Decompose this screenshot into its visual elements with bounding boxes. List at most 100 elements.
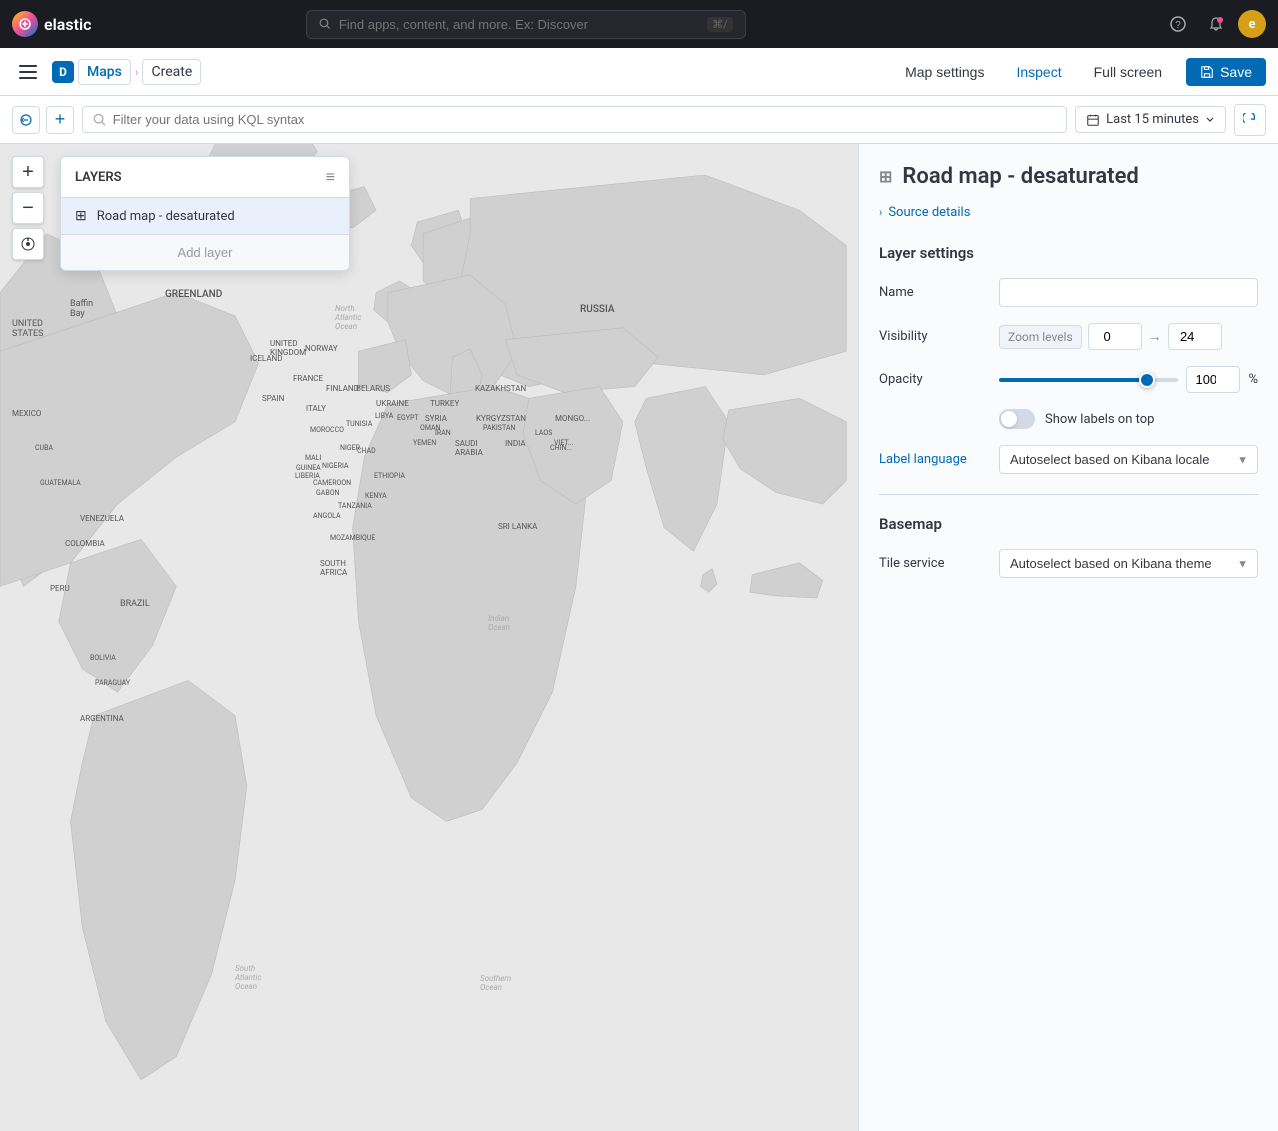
svg-text:?: ? bbox=[1175, 20, 1181, 31]
hamburger-line bbox=[19, 77, 37, 79]
breadcrumb-maps-link[interactable]: Maps bbox=[78, 59, 131, 85]
zoom-arrow-icon: → bbox=[1148, 328, 1162, 345]
search-icon bbox=[319, 17, 331, 31]
elastic-logo-text: elastic bbox=[44, 15, 91, 34]
zoom-max-input[interactable] bbox=[1168, 323, 1222, 350]
layers-panel-title: LAYERS bbox=[75, 170, 122, 185]
opacity-field-row: Opacity % bbox=[879, 366, 1258, 393]
layer-settings-section-title: Layer settings bbox=[879, 244, 1258, 262]
top-navigation: elastic ⌘/ ? e bbox=[0, 0, 1278, 48]
time-picker-button[interactable]: Last 15 minutes bbox=[1075, 106, 1226, 133]
show-labels-label: Show labels on top bbox=[1045, 412, 1154, 427]
visibility-field-row: Visibility Zoom levels → bbox=[879, 323, 1258, 350]
breadcrumb: D Maps › Create bbox=[52, 59, 201, 85]
tile-service-control: Autoselect based on Kibana theme ▼ bbox=[999, 549, 1258, 578]
source-chevron-icon: › bbox=[879, 206, 882, 219]
refresh-button[interactable] bbox=[1234, 104, 1266, 136]
tile-service-label: Tile service bbox=[879, 556, 999, 571]
layer-item-name: Road map - desaturated bbox=[97, 209, 235, 224]
elastic-logo-icon bbox=[12, 11, 38, 37]
filter-search-icon bbox=[93, 113, 107, 127]
notifications-button[interactable] bbox=[1200, 8, 1232, 40]
label-language-row: Label language Autoselect based on Kiban… bbox=[879, 445, 1258, 474]
label-language-label: Label language bbox=[879, 452, 999, 467]
toggle-row: Show labels on top bbox=[999, 409, 1258, 429]
help-button[interactable]: ? bbox=[1162, 8, 1194, 40]
elastic-logo[interactable]: elastic bbox=[12, 11, 91, 37]
name-field-row: Name bbox=[879, 278, 1258, 307]
tile-service-select[interactable]: Autoselect based on Kibana theme bbox=[999, 549, 1258, 578]
toggle-knob bbox=[1001, 411, 1017, 427]
map-canvas[interactable]: GREENLAND UNITEDSTATES BaffinBay MEXICO … bbox=[0, 144, 858, 1131]
compass-button[interactable] bbox=[12, 228, 44, 260]
hamburger-line bbox=[19, 71, 37, 73]
nav-right-actions: ? e bbox=[1162, 8, 1266, 40]
zoom-in-button[interactable]: + bbox=[12, 156, 44, 188]
label-language-control: Autoselect based on Kibana locale ▼ bbox=[999, 445, 1258, 474]
name-input[interactable] bbox=[999, 278, 1258, 307]
label-language-select[interactable]: Autoselect based on Kibana locale bbox=[999, 445, 1258, 474]
name-label: Name bbox=[879, 285, 999, 300]
slider-thumb bbox=[1139, 372, 1155, 388]
filter-bar-right: Last 15 minutes bbox=[1075, 104, 1266, 136]
time-label: Last 15 minutes bbox=[1106, 112, 1199, 127]
user-avatar[interactable]: e bbox=[1238, 10, 1266, 38]
map-settings-button[interactable]: Map settings bbox=[897, 60, 992, 84]
kql-filter-input-wrap[interactable] bbox=[82, 106, 1067, 133]
opacity-label: Opacity bbox=[879, 372, 999, 387]
opacity-input[interactable] bbox=[1186, 366, 1240, 393]
breadcrumb-initial-badge: D bbox=[52, 61, 74, 83]
zoom-row: Zoom levels → bbox=[999, 323, 1258, 350]
kql-filter-input[interactable] bbox=[113, 112, 1056, 127]
panel-title-row: ⊞ Road map - desaturated bbox=[879, 164, 1258, 189]
label-language-select-wrap: Autoselect based on Kibana locale ▼ bbox=[999, 445, 1258, 474]
save-icon bbox=[1200, 65, 1214, 79]
filter-bar-left: + bbox=[12, 106, 74, 134]
sidebar-toggle-button[interactable] bbox=[12, 56, 44, 88]
show-labels-toggle[interactable] bbox=[999, 409, 1035, 429]
name-control bbox=[999, 278, 1258, 307]
panel-title-text: Road map - desaturated bbox=[902, 164, 1138, 189]
source-details-row[interactable]: › Source details bbox=[879, 205, 1258, 220]
show-labels-row: Show labels on top bbox=[879, 409, 1258, 429]
layers-panel-header: LAYERS ≡ bbox=[61, 157, 349, 198]
world-map-svg bbox=[0, 144, 858, 1131]
breadcrumb-item-d: D bbox=[52, 61, 74, 83]
source-details-label: Source details bbox=[888, 205, 970, 220]
visibility-label: Visibility bbox=[879, 329, 999, 344]
zoom-levels-label: Zoom levels bbox=[999, 325, 1082, 349]
layer-item-road-map[interactable]: ⊞ Road map - desaturated bbox=[61, 198, 349, 235]
full-screen-button[interactable]: Full screen bbox=[1086, 60, 1170, 84]
calendar-icon bbox=[1086, 113, 1100, 127]
show-labels-control: Show labels on top bbox=[999, 409, 1258, 429]
opacity-row: % bbox=[999, 366, 1258, 393]
breadcrumb-separator: › bbox=[135, 65, 139, 79]
zoom-min-input[interactable] bbox=[1088, 323, 1142, 350]
right-panel: ⊞ Road map - desaturated › Source detail… bbox=[858, 144, 1278, 1131]
layers-panel: LAYERS ≡ ⊞ Road map - desaturated Add la… bbox=[60, 156, 350, 271]
tile-service-select-wrap: Autoselect based on Kibana theme ▼ bbox=[999, 549, 1258, 578]
refresh-icon bbox=[1243, 113, 1257, 127]
global-search-bar[interactable]: ⌘/ bbox=[306, 10, 746, 39]
secondary-bar-right: Map settings Inspect Full screen Save bbox=[897, 58, 1266, 86]
main-content: GREENLAND UNITEDSTATES BaffinBay MEXICO … bbox=[0, 144, 1278, 1131]
layer-grid-icon: ⊞ bbox=[75, 208, 87, 224]
zoom-out-button[interactable]: − bbox=[12, 192, 44, 224]
plus-icon: + bbox=[55, 109, 66, 130]
save-button[interactable]: Save bbox=[1186, 58, 1266, 86]
breadcrumb-current-page: Create bbox=[142, 59, 201, 85]
opacity-slider[interactable] bbox=[999, 378, 1178, 382]
search-input[interactable] bbox=[339, 17, 699, 32]
time-picker-chevron-icon bbox=[1205, 115, 1215, 125]
filter-bar: + Last 15 minutes bbox=[0, 96, 1278, 144]
add-layer-button[interactable]: Add layer bbox=[61, 235, 349, 270]
add-filter-button[interactable]: + bbox=[46, 106, 74, 134]
search-shortcut: ⌘/ bbox=[707, 17, 733, 32]
filter-collapse-button[interactable] bbox=[12, 106, 40, 134]
layers-menu-icon[interactable]: ≡ bbox=[326, 167, 335, 187]
inspect-button[interactable]: Inspect bbox=[1008, 60, 1069, 84]
visibility-control: Zoom levels → bbox=[999, 323, 1258, 350]
secondary-navigation: D Maps › Create Map settings Inspect Ful… bbox=[0, 48, 1278, 96]
save-label: Save bbox=[1220, 64, 1252, 80]
hamburger-line bbox=[19, 65, 37, 67]
